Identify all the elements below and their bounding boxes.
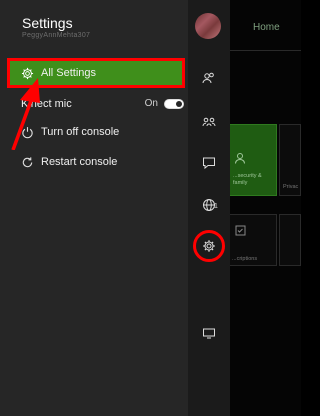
tile-extra[interactable] <box>279 214 301 266</box>
kinect-mic-toggle-group[interactable]: On <box>145 98 184 109</box>
person-icon <box>235 153 245 164</box>
kinect-mic-toggle[interactable] <box>164 98 184 109</box>
tab-home[interactable]: Home <box>253 22 280 33</box>
notification-count: 1 <box>214 203 218 210</box>
restart-label: Restart console <box>41 156 118 168</box>
checklist-icon <box>235 225 246 236</box>
settings-highlight-circle <box>193 230 225 262</box>
restart-icon <box>20 155 34 169</box>
friends-icon[interactable] <box>198 67 220 89</box>
restart-console-button[interactable]: Restart console <box>10 149 182 175</box>
tile-subscriptions[interactable]: ...criptions <box>229 214 277 266</box>
kinect-mic-state: On <box>144 98 158 109</box>
home-background <box>230 0 301 416</box>
tile-label: ...criptions <box>232 256 258 262</box>
tile-account-security[interactable]: ...security & family <box>229 124 277 196</box>
avatar[interactable] <box>195 13 221 39</box>
annotation-arrow <box>11 78 40 150</box>
tv-icon[interactable] <box>198 322 220 344</box>
tile-label: ...security & family <box>233 173 262 186</box>
tile-privacy[interactable]: Privac <box>279 124 301 196</box>
tile-label: Privac <box>283 184 299 190</box>
divider <box>230 50 301 51</box>
party-icon[interactable] <box>198 112 220 134</box>
chat-icon[interactable] <box>198 152 220 174</box>
